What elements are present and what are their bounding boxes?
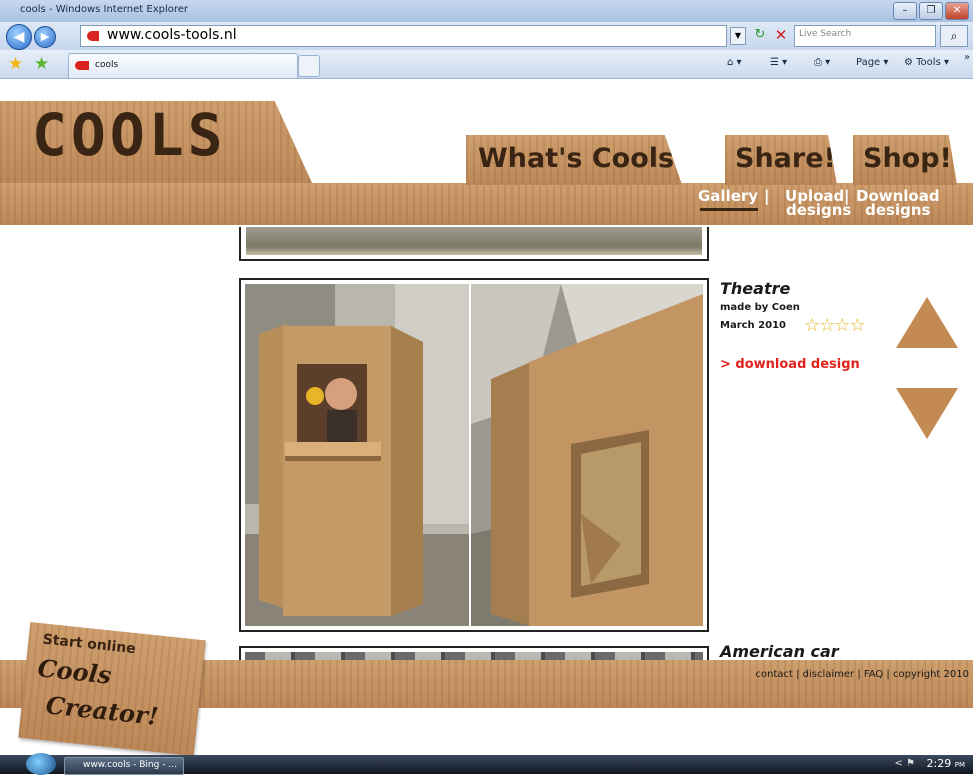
print-icon[interactable]: ⎙ ▾ xyxy=(814,57,830,68)
subnav-download-line2: designs xyxy=(865,201,931,219)
site-favicon-icon xyxy=(87,31,99,41)
next-item-title: American car xyxy=(720,642,839,661)
refresh-icon[interactable]: ↻ xyxy=(750,27,770,43)
creator-line2: Cools xyxy=(36,653,113,690)
minimize-button[interactable]: – xyxy=(893,2,917,20)
item-author: made by Coen xyxy=(720,302,800,313)
subnav-separator: | xyxy=(844,187,850,205)
download-design-link[interactable]: > download design xyxy=(720,357,860,372)
arrow-up-icon[interactable] xyxy=(896,297,958,348)
creator-line3: Creator! xyxy=(44,690,160,731)
subnav-upload-designs[interactable]: Upload designs xyxy=(778,189,852,219)
tab-label: cools xyxy=(95,60,119,70)
back-button[interactable]: ◀ xyxy=(6,24,32,50)
search-placeholder: Live Search xyxy=(799,29,852,39)
maximize-button[interactable]: ❐ xyxy=(919,2,943,20)
windows-taskbar: www.cools - Bing - ... < ⚑ 2:29 PM xyxy=(0,753,973,775)
site-logo[interactable]: COOLS xyxy=(32,105,227,165)
nav-share-label: Share! xyxy=(735,143,836,174)
address-bar[interactable]: www.cools-tools.nl xyxy=(80,25,727,47)
new-tab-button[interactable] xyxy=(298,55,320,77)
taskbar-item-label: www.cools - Bing - ... xyxy=(83,760,177,770)
system-tray[interactable]: < ⚑ xyxy=(894,758,915,769)
subnav-upload-line2: designs xyxy=(786,201,852,219)
gallery-item-photo-frame[interactable] xyxy=(239,278,709,632)
nav-whats-cools-label: What's Cools? xyxy=(478,143,690,174)
search-icon[interactable]: ⌕ xyxy=(940,25,968,47)
tab-favicon-icon xyxy=(75,61,89,70)
tab-cools[interactable]: cools xyxy=(68,53,298,78)
stop-icon[interactable]: ✕ xyxy=(772,26,790,44)
cools-creator-promo[interactable]: Start online Cools Creator! xyxy=(18,622,206,755)
feeds-icon[interactable]: ☰ ▾ xyxy=(770,57,787,68)
close-button[interactable]: ✕ xyxy=(945,2,969,20)
previous-gallery-item[interactable] xyxy=(239,227,709,261)
add-favorites-icon[interactable]: ★ xyxy=(34,54,49,74)
address-dropdown-button[interactable]: ▼ xyxy=(730,27,746,45)
webpage: COOLS What's Cools? Share! Shop! Gallery… xyxy=(0,79,973,755)
arrow-down-icon[interactable] xyxy=(896,388,958,439)
navigation-bar: ◀ ▶ www.cools-tools.nl ▼ ↻ ✕ Live Search… xyxy=(0,22,973,51)
start-button[interactable] xyxy=(26,753,56,775)
item-date: March 2010 xyxy=(720,320,786,331)
tab-bar: ★ ★ cools ⌂ ▾ ☰ ▾ ⎙ ▾ Page ▾ ⚙ Tools ▾ » xyxy=(0,50,973,79)
creator-line1: Start online xyxy=(41,631,137,658)
item-rating[interactable]: ☆☆☆☆ xyxy=(804,315,866,336)
subnav-gallery[interactable]: Gallery xyxy=(698,189,758,204)
taskbar-item-ie[interactable]: www.cools - Bing - ... xyxy=(64,757,184,775)
favorites-star-icon[interactable]: ★ xyxy=(8,54,23,74)
clock-time: 2:29 xyxy=(926,757,952,770)
nav-share[interactable]: Share! xyxy=(725,135,837,185)
forward-button[interactable]: ▶ xyxy=(34,26,56,48)
nav-shop[interactable]: Shop! xyxy=(853,135,957,185)
clock-ampm: PM xyxy=(954,761,965,769)
subnav-separator: | xyxy=(764,187,770,205)
gallery-active-underline xyxy=(700,208,758,211)
theatre-back-image xyxy=(471,284,703,626)
search-input[interactable]: Live Search xyxy=(794,25,936,47)
window-title: cools - Windows Internet Explorer xyxy=(20,4,189,15)
theatre-front-image xyxy=(245,284,469,626)
subnav-download-designs[interactable]: Download designs xyxy=(856,189,940,219)
address-url: www.cools-tools.nl xyxy=(107,27,237,43)
theatre-photo-front xyxy=(245,284,469,626)
page-menu-button[interactable]: Page ▾ xyxy=(856,57,888,68)
home-icon[interactable]: ⌂ ▾ xyxy=(727,57,742,68)
more-chevron-icon[interactable]: » xyxy=(964,52,970,63)
footer-links[interactable]: contact | disclaimer | FAQ | copyright 2… xyxy=(755,669,969,680)
window-titlebar: cools - Windows Internet Explorer – ❐ ✕ xyxy=(0,0,973,23)
nav-shop-label: Shop! xyxy=(863,143,952,174)
clock[interactable]: 2:29 PM xyxy=(927,757,965,770)
tools-menu-button[interactable]: ⚙ Tools ▾ xyxy=(904,57,949,68)
item-title: Theatre xyxy=(720,279,791,298)
previous-photo xyxy=(246,227,702,255)
theatre-photo-back xyxy=(471,284,703,626)
nav-whats-cools[interactable]: What's Cools? xyxy=(466,135,682,185)
